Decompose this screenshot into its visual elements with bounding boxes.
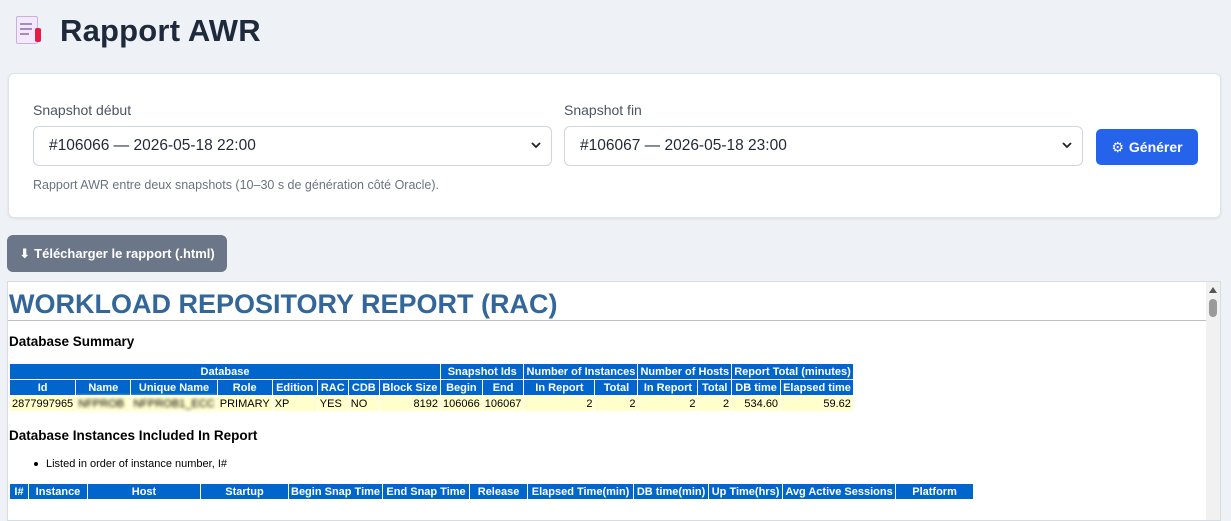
table-cell: 534.60	[732, 396, 781, 411]
column-header: Block Size	[379, 380, 440, 395]
chevron-down-icon	[1062, 142, 1072, 149]
scroll-up-icon[interactable]	[1209, 287, 1217, 293]
list-item: Listed in order of instance number, I#	[34, 458, 227, 470]
table-cell: NFPROB1_ECC	[131, 396, 217, 411]
db-summary-table: Database Snapshot Ids Number of Instance…	[9, 363, 854, 412]
table-cell: 106066	[441, 396, 482, 411]
bullet-icon	[34, 462, 38, 467]
group-header: Number of Hosts	[638, 364, 732, 379]
table-row: 2877997965 NFPROB NFPROB1_ECC PRIMARY XP…	[10, 396, 853, 411]
end-snapshot-value: #106067 — 2026-05-18 23:00	[580, 137, 787, 154]
column-header: Unique Name	[131, 380, 217, 395]
column-header: Release	[470, 484, 528, 499]
column-header: Role	[217, 380, 272, 395]
table-cell: NFPROB	[76, 396, 131, 411]
snapshot-form-card: Snapshot début #106066 — 2026-05-18 22:0…	[8, 73, 1221, 218]
group-header: Database	[10, 364, 440, 379]
chevron-down-icon	[531, 142, 541, 149]
column-header: Name	[76, 380, 131, 395]
page-title: Rapport AWR	[60, 13, 261, 48]
instances-table: I# Instance Host Startup Begin Snap Time…	[9, 483, 974, 500]
download-arrow-icon: ⬇	[19, 245, 31, 261]
column-header: Instance	[29, 484, 87, 499]
start-snapshot-label: Snapshot début	[33, 102, 132, 118]
table-cell: PRIMARY	[217, 396, 272, 411]
end-snapshot-label: Snapshot fin	[564, 102, 642, 118]
table-cell: 106067	[482, 396, 524, 411]
column-header: Total	[698, 380, 732, 395]
table-cell: 8192	[379, 396, 440, 411]
title-divider	[8, 320, 1206, 321]
report-scrollbar[interactable]	[1206, 282, 1220, 520]
column-header: End Snap Time	[383, 484, 470, 499]
report-title: WORKLOAD REPOSITORY REPORT (RAC)	[9, 289, 558, 319]
column-header: Host	[88, 484, 200, 499]
form-hint: Rapport AWR entre deux snapshots (10–30 …	[33, 178, 440, 192]
column-header: CDB	[348, 380, 379, 395]
start-snapshot-value: #106066 — 2026-05-18 22:00	[49, 137, 256, 154]
document-icon	[14, 14, 44, 48]
column-header: DB time(min)	[634, 484, 709, 499]
column-header: Total	[595, 380, 638, 395]
db-summary-heading: Database Summary	[9, 334, 135, 349]
table-cell: 2877997965	[10, 396, 76, 411]
gear-icon: ⚙	[1111, 138, 1124, 155]
column-header: In Report	[638, 380, 698, 395]
column-header: In Report	[524, 380, 595, 395]
table-cell: YES	[317, 396, 348, 411]
column-header: Elapsed Time(min)	[528, 484, 634, 499]
start-snapshot-select[interactable]: #106066 — 2026-05-18 22:00	[33, 126, 552, 166]
table-cell: XP	[272, 396, 317, 411]
group-header: Snapshot Ids	[441, 364, 524, 379]
table-cell: 2	[638, 396, 698, 411]
table-cell: 59.62	[781, 396, 853, 411]
download-report-button[interactable]: ⬇ Télécharger le rapport (.html)	[7, 235, 227, 272]
column-header: RAC	[317, 380, 348, 395]
download-button-label: Télécharger le rapport (.html)	[34, 246, 215, 261]
column-header: Startup	[201, 484, 288, 499]
scrollbar-thumb[interactable]	[1209, 299, 1217, 317]
column-header: DB time	[732, 380, 781, 395]
column-header: End	[482, 380, 524, 395]
end-snapshot-select[interactable]: #106067 — 2026-05-18 23:00	[564, 126, 1083, 166]
column-header: Id	[10, 380, 76, 395]
column-header: Begin Snap Time	[289, 484, 383, 499]
table-cell: 2	[524, 396, 595, 411]
group-header: Report Total (minutes)	[732, 364, 853, 379]
table-cell: 2	[595, 396, 638, 411]
generate-button-label: Générer	[1128, 139, 1183, 155]
column-header: Up Time(hrs)	[709, 484, 783, 499]
column-header: Begin	[441, 380, 482, 395]
column-header: Elapsed time	[781, 380, 853, 395]
report-viewer[interactable]: WORKLOAD REPOSITORY REPORT (RAC) Databas…	[7, 281, 1221, 521]
page-header: Rapport AWR	[14, 10, 261, 52]
column-header: Avg Active Sessions	[783, 484, 896, 499]
instances-heading: Database Instances Included In Report	[9, 428, 258, 443]
table-cell: 2	[698, 396, 732, 411]
group-header: Number of Instances	[524, 364, 638, 379]
generate-button[interactable]: ⚙ Générer	[1096, 129, 1198, 165]
column-header: Edition	[272, 380, 317, 395]
column-header: Platform	[896, 484, 974, 499]
instances-note: Listed in order of instance number, I#	[46, 458, 227, 470]
column-header: I#	[10, 484, 28, 499]
table-cell: NO	[348, 396, 379, 411]
